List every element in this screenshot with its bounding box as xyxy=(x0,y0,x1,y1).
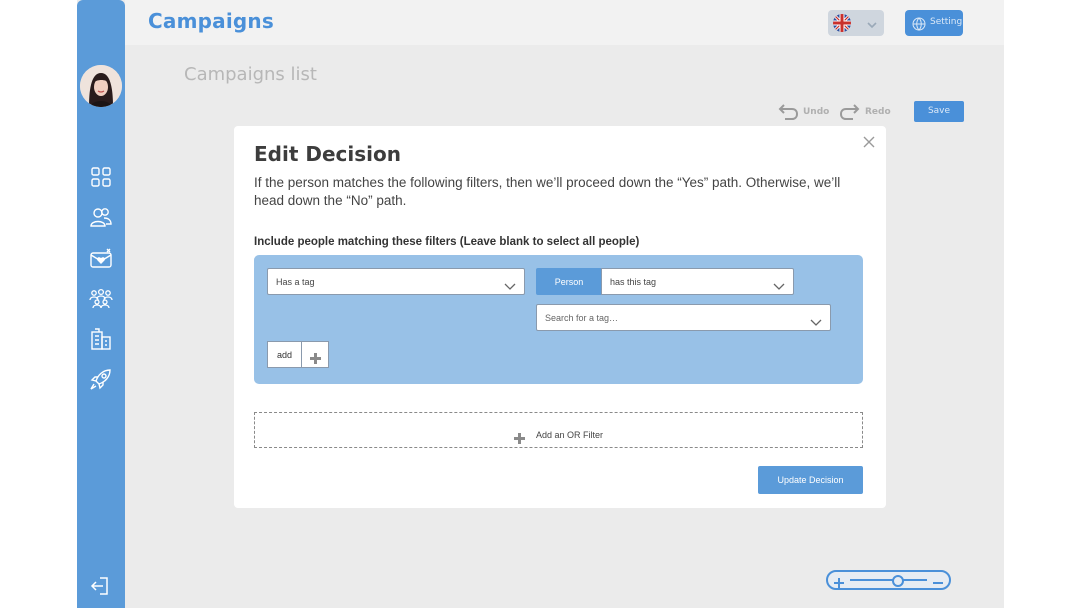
dialog-title: Edit Decision xyxy=(254,142,401,166)
chevron-down-icon xyxy=(504,277,516,290)
add-or-filter-button[interactable]: Add an OR Filter xyxy=(254,412,863,448)
condition-type-value: Has a tag xyxy=(276,277,315,287)
dialog-description: If the person matches the following filt… xyxy=(254,175,841,208)
update-decision-button[interactable]: Update Decision xyxy=(758,466,863,494)
operator-select[interactable]: has this tag xyxy=(601,268,794,295)
subject-pill[interactable]: Person xyxy=(536,268,602,295)
chevron-down-icon xyxy=(810,313,822,326)
operator-value: has this tag xyxy=(610,277,657,287)
close-icon[interactable] xyxy=(863,133,875,148)
tag-search-select[interactable]: Search for a tag… xyxy=(536,304,831,331)
tag-search-placeholder: Search for a tag… xyxy=(545,313,619,323)
or-filter-label: Add an OR Filter xyxy=(536,429,604,440)
add-plus-button[interactable] xyxy=(301,341,329,368)
chevron-down-icon xyxy=(773,277,785,290)
condition-type-select[interactable]: Has a tag xyxy=(267,268,525,295)
filter-group: Has a tag Person has this tag Search for… xyxy=(254,255,863,384)
edit-decision-dialog: Edit Decision If the person matches the … xyxy=(234,126,886,508)
filters-label: Include people matching these filters (L… xyxy=(254,236,640,248)
plus-icon xyxy=(513,429,525,444)
add-label: add xyxy=(276,350,293,360)
plus-icon xyxy=(310,349,321,364)
modal-backdrop[interactable]: Edit Decision If the person matches the … xyxy=(0,0,1080,608)
add-condition-button[interactable]: add xyxy=(267,341,302,368)
update-decision-label: Update Decision xyxy=(777,475,844,485)
subject-label: Person xyxy=(554,277,584,287)
